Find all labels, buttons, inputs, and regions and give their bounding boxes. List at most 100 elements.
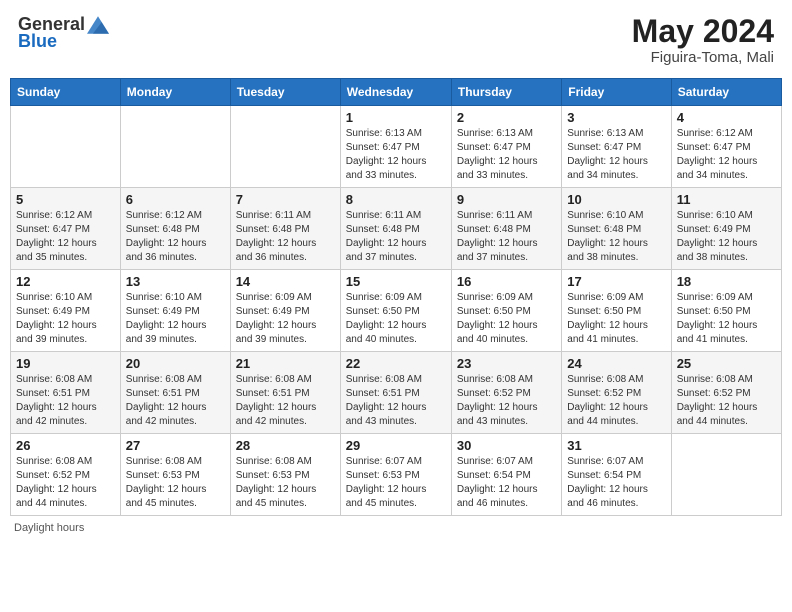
- logo: General Blue: [18, 14, 109, 52]
- calendar-week-row: 26 Sunrise: 6:08 AM Sunset: 6:52 PM Dayli…: [11, 434, 782, 516]
- day-info: Sunrise: 6:11 AM Sunset: 6:48 PM Dayligh…: [457, 209, 556, 265]
- day-info: Sunrise: 6:08 AM Sunset: 6:52 PM Dayligh…: [457, 373, 556, 429]
- calendar-header-thursday: Thursday: [451, 79, 561, 106]
- day-number: 27: [126, 438, 225, 453]
- day-number: 24: [567, 356, 665, 371]
- day-info: Sunrise: 6:10 AM Sunset: 6:49 PM Dayligh…: [126, 291, 225, 347]
- day-number: 10: [567, 192, 665, 207]
- day-number: 12: [16, 274, 115, 289]
- calendar-cell: 19Sunrise: 6:08 AM Sunset: 6:51 PM Dayli…: [11, 352, 121, 434]
- day-info: Sunrise: 6:09 AM Sunset: 6:50 PM Dayligh…: [457, 291, 556, 347]
- day-info: Sunrise: 6:08 AM Sunset: 6:51 PM Dayligh…: [126, 373, 225, 429]
- day-info: Sunrise: 6:09 AM Sunset: 6:49 PM Dayligh…: [236, 291, 335, 347]
- day-number: 22: [346, 356, 446, 371]
- calendar-cell: 12 Sunrise: 6:10 AM Sunset: 6:49 PM Dayli…: [11, 270, 121, 352]
- day-number: 17: [567, 274, 665, 289]
- calendar-cell: 9 Sunrise: 6:11 AM Sunset: 6:48 PM Daylig…: [451, 188, 561, 270]
- calendar-cell: 21 Sunrise: 6:08 AM Sunset: 6:51 PM Dayli…: [230, 352, 340, 434]
- day-number: 16: [457, 274, 556, 289]
- day-info: Sunrise: 6:08 AM Sunset: 6:53 PM Dayligh…: [236, 455, 335, 511]
- calendar-table: SundayMondayTuesdayWednesdayThursdayFrid…: [10, 78, 782, 516]
- day-number: 9: [457, 192, 556, 207]
- day-info: Sunrise: 6:12 AM Sunset: 6:47 PM Dayligh…: [677, 127, 776, 183]
- day-number: 23: [457, 356, 556, 371]
- calendar-cell: 22Sunrise: 6:08 AM Sunset: 6:51 PM Dayli…: [340, 352, 451, 434]
- day-number: 20: [126, 356, 225, 371]
- day-number: 15: [346, 274, 446, 289]
- day-number: 7: [236, 192, 335, 207]
- day-info: Sunrise: 6:07 AM Sunset: 6:54 PM Dayligh…: [457, 455, 556, 511]
- day-info: Sunrise: 6:13 AM Sunset: 6:47 PM Dayligh…: [457, 127, 556, 183]
- calendar-cell: 17Sunrise: 6:09 AM Sunset: 6:50 PM Dayli…: [562, 270, 671, 352]
- calendar-cell: [671, 434, 781, 516]
- day-info: Sunrise: 6:08 AM Sunset: 6:51 PM Dayligh…: [236, 373, 335, 429]
- calendar-cell: 28 Sunrise: 6:08 AM Sunset: 6:53 PM Dayli…: [230, 434, 340, 516]
- calendar-cell: 30 Sunrise: 6:07 AM Sunset: 6:54 PM Dayli…: [451, 434, 561, 516]
- day-info: Sunrise: 6:12 AM Sunset: 6:48 PM Dayligh…: [126, 209, 225, 265]
- calendar-cell: 5Sunrise: 6:12 AM Sunset: 6:47 PM Daylig…: [11, 188, 121, 270]
- calendar-cell: 20 Sunrise: 6:08 AM Sunset: 6:51 PM Dayli…: [120, 352, 230, 434]
- day-info: Sunrise: 6:09 AM Sunset: 6:50 PM Dayligh…: [346, 291, 446, 347]
- day-info: Sunrise: 6:08 AM Sunset: 6:52 PM Dayligh…: [567, 373, 665, 429]
- calendar-cell: 10 Sunrise: 6:10 AM Sunset: 6:48 PM Dayli…: [562, 188, 671, 270]
- day-info: Sunrise: 6:13 AM Sunset: 6:47 PM Dayligh…: [346, 127, 446, 183]
- daylight-hours-label: Daylight hours: [14, 522, 84, 534]
- calendar-cell: 16 Sunrise: 6:09 AM Sunset: 6:50 PM Dayli…: [451, 270, 561, 352]
- day-info: Sunrise: 6:08 AM Sunset: 6:52 PM Dayligh…: [677, 373, 776, 429]
- day-number: 13: [126, 274, 225, 289]
- day-number: 8: [346, 192, 446, 207]
- calendar-header-monday: Monday: [120, 79, 230, 106]
- day-number: 26: [16, 438, 115, 453]
- day-number: 18: [677, 274, 776, 289]
- calendar-cell: 24 Sunrise: 6:08 AM Sunset: 6:52 PM Dayli…: [562, 352, 671, 434]
- day-number: 14: [236, 274, 335, 289]
- day-info: Sunrise: 6:07 AM Sunset: 6:54 PM Dayligh…: [567, 455, 665, 511]
- day-number: 6: [126, 192, 225, 207]
- day-number: 21: [236, 356, 335, 371]
- month-title: May 2024: [632, 14, 774, 49]
- footer: Daylight hours: [10, 522, 782, 534]
- day-info: Sunrise: 6:08 AM Sunset: 6:53 PM Dayligh…: [126, 455, 225, 511]
- calendar-cell: 3 Sunrise: 6:13 AM Sunset: 6:47 PM Daylig…: [562, 106, 671, 188]
- day-info: Sunrise: 6:09 AM Sunset: 6:50 PM Dayligh…: [677, 291, 776, 347]
- calendar-header-friday: Friday: [562, 79, 671, 106]
- day-number: 30: [457, 438, 556, 453]
- day-number: 25: [677, 356, 776, 371]
- day-info: Sunrise: 6:10 AM Sunset: 6:48 PM Dayligh…: [567, 209, 665, 265]
- calendar-cell: 14 Sunrise: 6:09 AM Sunset: 6:49 PM Dayli…: [230, 270, 340, 352]
- calendar-cell: [230, 106, 340, 188]
- calendar-cell: 6 Sunrise: 6:12 AM Sunset: 6:48 PM Daylig…: [120, 188, 230, 270]
- calendar-cell: [120, 106, 230, 188]
- calendar-week-row: 12 Sunrise: 6:10 AM Sunset: 6:49 PM Dayli…: [11, 270, 782, 352]
- calendar-cell: 29Sunrise: 6:07 AM Sunset: 6:53 PM Dayli…: [340, 434, 451, 516]
- day-number: 31: [567, 438, 665, 453]
- day-info: Sunrise: 6:11 AM Sunset: 6:48 PM Dayligh…: [346, 209, 446, 265]
- calendar-header-wednesday: Wednesday: [340, 79, 451, 106]
- calendar-cell: 15 Sunrise: 6:09 AM Sunset: 6:50 PM Dayli…: [340, 270, 451, 352]
- day-number: 5: [16, 192, 115, 207]
- day-info: Sunrise: 6:10 AM Sunset: 6:49 PM Dayligh…: [16, 291, 115, 347]
- logo-blue-text: Blue: [18, 31, 57, 52]
- day-number: 3: [567, 110, 665, 125]
- calendar-cell: 26 Sunrise: 6:08 AM Sunset: 6:52 PM Dayli…: [11, 434, 121, 516]
- day-info: Sunrise: 6:11 AM Sunset: 6:48 PM Dayligh…: [236, 209, 335, 265]
- calendar-header-sunday: Sunday: [11, 79, 121, 106]
- calendar-cell: 13 Sunrise: 6:10 AM Sunset: 6:49 PM Dayli…: [120, 270, 230, 352]
- day-info: Sunrise: 6:08 AM Sunset: 6:52 PM Dayligh…: [16, 455, 115, 511]
- calendar-week-row: 5Sunrise: 6:12 AM Sunset: 6:47 PM Daylig…: [11, 188, 782, 270]
- calendar-cell: 7 Sunrise: 6:11 AM Sunset: 6:48 PM Daylig…: [230, 188, 340, 270]
- title-block: May 2024 Figuira-Toma, Mali: [632, 14, 774, 66]
- day-number: 11: [677, 192, 776, 207]
- calendar-cell: [11, 106, 121, 188]
- calendar-header-saturday: Saturday: [671, 79, 781, 106]
- day-info: Sunrise: 6:13 AM Sunset: 6:47 PM Dayligh…: [567, 127, 665, 183]
- calendar-header-row: SundayMondayTuesdayWednesdayThursdayFrid…: [11, 79, 782, 106]
- day-number: 28: [236, 438, 335, 453]
- calendar-cell: 8 Sunrise: 6:11 AM Sunset: 6:48 PM Daylig…: [340, 188, 451, 270]
- page-header: General Blue May 2024 Figuira-Toma, Mali: [10, 10, 782, 70]
- location-title: Figuira-Toma, Mali: [632, 49, 774, 66]
- calendar-cell: 23 Sunrise: 6:08 AM Sunset: 6:52 PM Dayli…: [451, 352, 561, 434]
- calendar-week-row: 19Sunrise: 6:08 AM Sunset: 6:51 PM Dayli…: [11, 352, 782, 434]
- day-number: 29: [346, 438, 446, 453]
- calendar-cell: 25 Sunrise: 6:08 AM Sunset: 6:52 PM Dayli…: [671, 352, 781, 434]
